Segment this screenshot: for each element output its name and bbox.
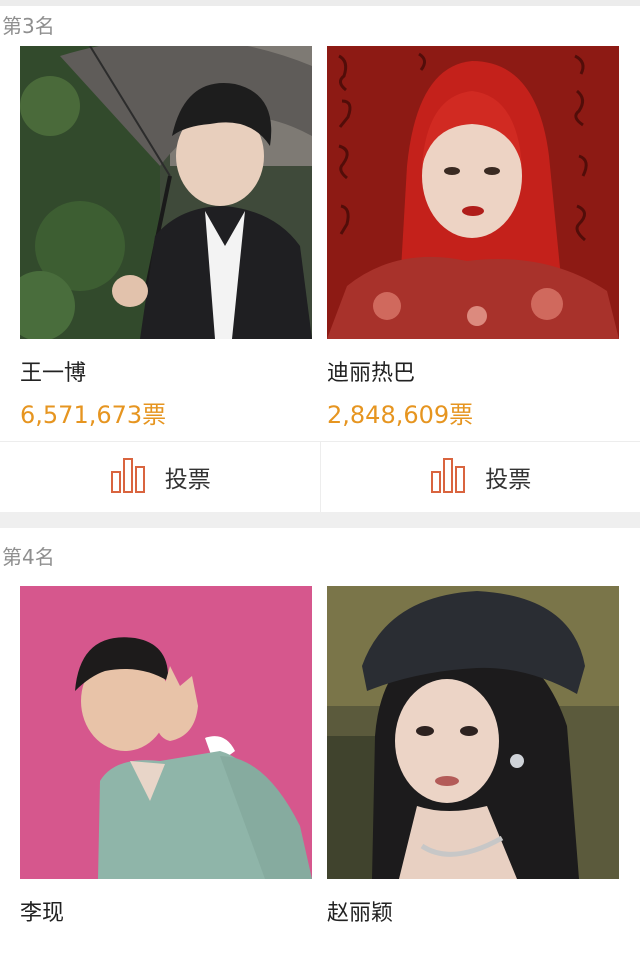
- candidate-card[interactable]: 王一博 6,571,673票: [20, 46, 312, 435]
- candidate-photo[interactable]: [327, 46, 619, 339]
- candidate-photo[interactable]: [327, 586, 619, 879]
- rank-3-section: 第3名 王一博 6,571,673票 迪丽热巴 2,848,609票 投票 投票: [0, 6, 640, 512]
- rank-label: 第3名: [2, 14, 55, 38]
- vote-button[interactable]: 投票: [0, 442, 320, 512]
- rank-label: 第4名: [2, 545, 55, 569]
- candidate-card[interactable]: 迪丽热巴 2,848,609票: [327, 46, 619, 435]
- rank-3-cards: 王一博 6,571,673票 迪丽热巴 2,848,609票: [0, 46, 640, 435]
- candidate-photo[interactable]: [20, 46, 312, 339]
- vote-count: 2,848,609票: [327, 401, 474, 429]
- vote-button-label: 投票: [164, 467, 211, 493]
- vote-count: 6,571,673票: [20, 401, 167, 429]
- vote-button-row: 投票 投票: [0, 441, 640, 512]
- candidate-photo[interactable]: [20, 586, 312, 879]
- candidate-name: 王一博: [20, 361, 87, 386]
- rank-4-section: 第4名 李现 赵丽颖: [0, 528, 640, 931]
- candidate-card[interactable]: 李现: [20, 586, 312, 931]
- candidate-card[interactable]: 赵丽颖: [327, 586, 619, 931]
- vote-button[interactable]: 投票: [319, 442, 640, 512]
- bar-chart-icon: [109, 456, 147, 498]
- rank-4-cards: 李现 赵丽颖: [0, 586, 640, 931]
- candidate-name: 李现: [20, 901, 65, 926]
- bar-chart-icon: [429, 456, 467, 498]
- candidate-name: 迪丽热巴: [327, 361, 416, 386]
- vote-button-label: 投票: [485, 467, 532, 493]
- candidate-name: 赵丽颖: [327, 901, 394, 926]
- section-divider: [0, 512, 640, 528]
